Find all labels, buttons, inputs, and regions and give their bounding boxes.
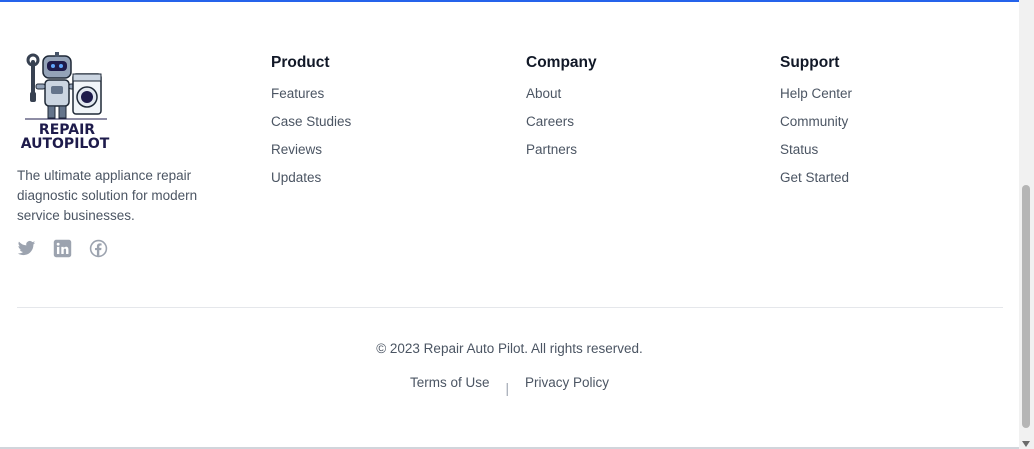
legal-links: Terms of Use | Privacy Policy <box>0 375 1019 396</box>
footer-column-support: Support Help Center Community Status Get… <box>780 54 852 197</box>
footer-link-reviews[interactable]: Reviews <box>271 141 351 159</box>
footer-link-help-center[interactable]: Help Center <box>780 85 852 103</box>
brand-block: REPAIR AUTOPILOT The ultimate appliance … <box>17 52 227 226</box>
footer-link-get-started[interactable]: Get Started <box>780 169 852 187</box>
twitter-icon[interactable] <box>17 239 36 258</box>
footer-divider <box>17 307 1003 308</box>
footer-link-community[interactable]: Community <box>780 113 852 131</box>
privacy-policy-link[interactable]: Privacy Policy <box>525 375 609 390</box>
logo-text-line2: AUTOPILOT <box>21 136 110 150</box>
footer-column-company: Company About Careers Partners <box>526 54 597 169</box>
footer-link-careers[interactable]: Careers <box>526 113 597 131</box>
legal-separator: | <box>505 381 509 396</box>
repair-autopilot-logo[interactable]: REPAIR AUTOPILOT <box>17 52 117 150</box>
brand-tagline: The ultimate appliance repair diagnostic… <box>17 168 198 223</box>
copyright-text: © 2023 Repair Auto Pilot. All rights res… <box>376 341 643 356</box>
footer-link-case-studies[interactable]: Case Studies <box>271 113 351 131</box>
support-heading: Support <box>780 54 840 71</box>
scroll-down-arrow-icon[interactable] <box>1022 441 1030 447</box>
product-heading: Product <box>271 54 330 71</box>
footer-link-status[interactable]: Status <box>780 141 852 159</box>
terms-of-use-link[interactable]: Terms of Use <box>410 375 490 390</box>
social-links <box>17 239 108 258</box>
footer-link-features[interactable]: Features <box>271 85 351 103</box>
footer-column-product: Product Features Case Studies Reviews Up… <box>271 54 351 197</box>
vertical-scrollbar[interactable] <box>1019 0 1034 449</box>
facebook-icon[interactable] <box>89 239 108 258</box>
site-footer: REPAIR AUTOPILOT The ultimate appliance … <box>0 2 1019 448</box>
scrollbar-thumb[interactable] <box>1022 185 1030 428</box>
footer-link-partners[interactable]: Partners <box>526 141 597 159</box>
footer-link-about[interactable]: About <box>526 85 597 103</box>
company-heading: Company <box>526 54 597 71</box>
linkedin-icon[interactable] <box>53 239 72 258</box>
footer-link-updates[interactable]: Updates <box>271 169 351 187</box>
